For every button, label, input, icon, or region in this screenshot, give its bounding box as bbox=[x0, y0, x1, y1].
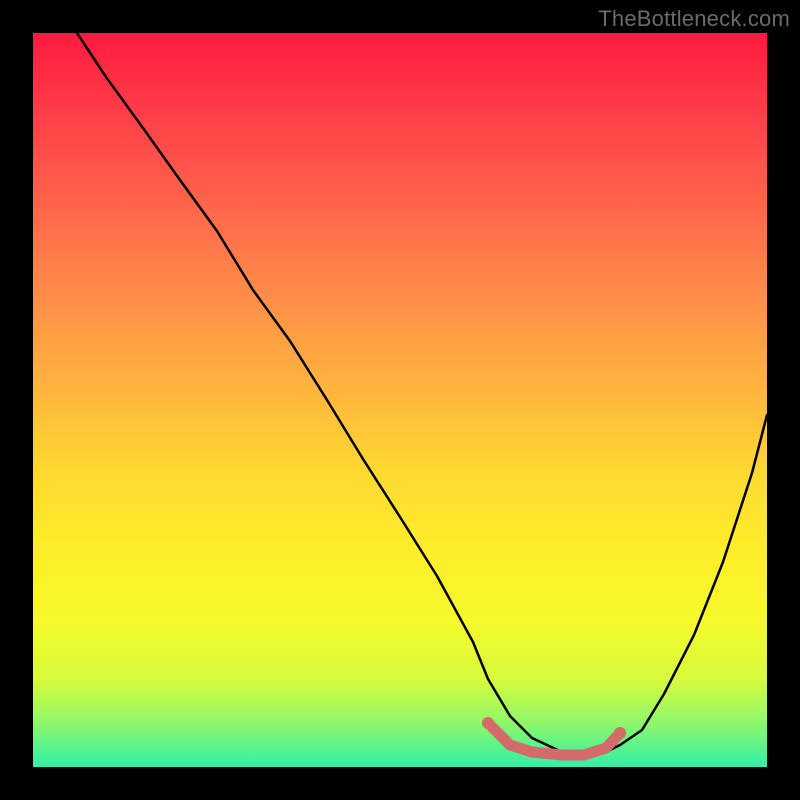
chart-plot-area bbox=[33, 33, 767, 767]
optimal-zone-end-dot bbox=[614, 727, 626, 739]
optimal-zone-start-dot bbox=[482, 717, 494, 729]
chart-svg bbox=[33, 33, 767, 767]
watermark-text: TheBottleneck.com bbox=[598, 6, 790, 32]
optimal-zone-marker bbox=[488, 723, 620, 755]
bottleneck-curve bbox=[77, 33, 767, 752]
